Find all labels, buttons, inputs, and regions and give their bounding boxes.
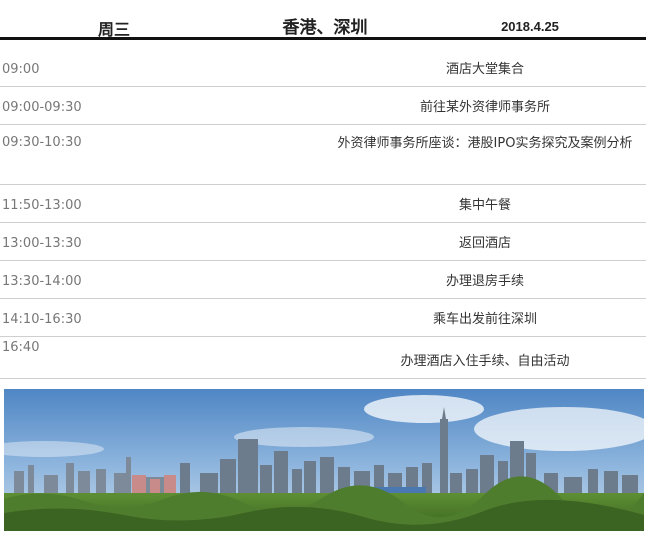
row-time: 13:00-13:30 <box>2 236 82 251</box>
row-activity: 集中午餐 <box>458 198 511 213</box>
schedule-row: 16:40 办理酒店入住手续、自由活动 <box>0 337 646 379</box>
schedule-row: 13:00-13:30 返回酒店 <box>0 223 646 261</box>
row-activity: 酒店大堂集合 <box>445 62 524 77</box>
row-time: 14:10-16:30 <box>2 312 82 327</box>
row-time: 09:00-09:30 <box>2 100 82 115</box>
row-activity: 乘车出发前往深圳 <box>432 312 537 327</box>
row-time: 13:30-14:00 <box>2 274 82 289</box>
row-activity: 外资律师事务所座谈：港股IPO实务探究及案例分析 <box>337 136 633 151</box>
itinerary-page: 周三 香港、深圳 2018.4.25 09:00 酒店大堂集合 09:00-09… <box>0 0 652 541</box>
row-time: 16:40 <box>2 340 40 355</box>
schedule-row: 09:00-09:30 前往某外资律师事务所 <box>0 87 646 125</box>
date-label: 2018.4.25 <box>501 19 559 34</box>
schedule-row: 11:50-13:00 集中午餐 <box>0 185 646 223</box>
row-activity: 办理退房手续 <box>445 274 524 289</box>
schedule-row: 14:10-16:30 乘车出发前往深圳 <box>0 299 646 337</box>
row-activity: 前往某外资律师事务所 <box>419 100 550 115</box>
schedule-table: 09:00 酒店大堂集合 09:00-09:30 前往某外资律师事务所 09:3… <box>0 49 646 379</box>
city-title: 香港、深圳 <box>282 18 368 38</box>
schedule-row: 09:30-10:30 外资律师事务所座谈：港股IPO实务探究及案例分析 <box>0 125 646 185</box>
day-header: 周三 香港、深圳 2018.4.25 <box>0 0 646 40</box>
row-time: 09:30-10:30 <box>2 135 82 150</box>
row-activity: 返回酒店 <box>458 236 511 251</box>
city-skyline-photo <box>4 389 644 531</box>
schedule-row: 09:00 酒店大堂集合 <box>0 49 646 87</box>
header-divider <box>0 37 646 40</box>
row-activity: 办理酒店入住手续、自由活动 <box>400 354 570 369</box>
row-time: 09:00 <box>2 62 40 77</box>
skyline-illustration <box>4 389 644 531</box>
schedule-row: 13:30-14:00 办理退房手续 <box>0 261 646 299</box>
row-time: 11:50-13:00 <box>2 198 82 213</box>
